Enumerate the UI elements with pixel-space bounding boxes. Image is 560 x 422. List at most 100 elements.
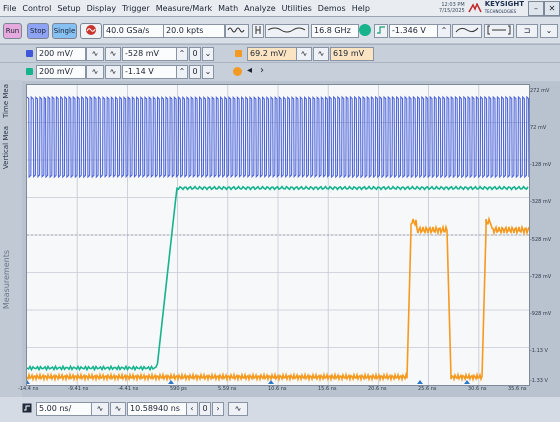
position-left[interactable]: ‹ [186,402,198,416]
ch3-coupling[interactable]: ∿ [296,47,312,61]
timebase-mode[interactable]: ∿ [110,402,126,416]
ch1-coupling[interactable]: ∿ [105,47,121,61]
ch4-waveform [27,185,529,372]
x-label-8: 25.6 ns [418,386,437,392]
add-channel-button[interactable] [233,67,242,76]
ch1-offset-down[interactable]: ⌄ [202,47,214,61]
close-button[interactable]: ✕ [544,1,560,16]
waveform-display[interactable] [26,84,530,386]
trigger-channel-indicator[interactable] [359,24,371,36]
timebase-position-field[interactable]: 10.58940 ns [127,402,187,416]
horizontal-control[interactable]: ⊐ [516,24,538,38]
autoscale-icon [86,25,96,35]
ch3-bw[interactable]: ∿ [313,47,329,61]
time-reference-marker [27,380,30,384]
ch3-offset-field[interactable]: 619 mV [330,47,374,61]
stop-button[interactable]: Stop [27,23,49,39]
menu-display[interactable]: Display [84,4,120,13]
ch1-offset-up[interactable]: ⌃ [176,47,188,61]
ch3-indicator[interactable] [235,50,242,57]
menu-setup[interactable]: Setup [54,4,83,13]
menu-demos[interactable]: Demos [315,4,349,13]
x-label-6: 15.6 ns [318,386,337,392]
chevron-right-icon: › [216,404,220,413]
menu-math[interactable]: Math [215,4,241,13]
tilde-icon: ∿ [317,49,325,58]
rising-edge-icon [377,26,385,34]
datetime: 12:03 PM 7/15/2025 [439,2,465,14]
waveform-icon [227,27,245,33]
ch4-indicator[interactable] [26,68,33,75]
filter-control[interactable] [265,24,309,38]
trigger-adjust-control[interactable] [452,24,482,38]
ch4-scale-field[interactable]: 200 mV/ [36,65,86,79]
ch4-coupling[interactable]: ∿ [105,65,121,79]
bandwidth-curve-icon [267,27,306,33]
menu-measure-mark[interactable]: Measure/Mark [153,4,215,13]
chevron-down-icon: ⌄ [545,26,553,35]
menu-analyze[interactable]: Analyze [241,4,279,13]
trigger-up-button[interactable]: ⌃ [437,24,451,38]
timebase-icon [22,403,32,413]
x-label-2: -4.41 ns [118,386,139,392]
acq-mode-control[interactable] [225,24,249,38]
ch4-offset-down[interactable]: ⌄ [202,65,214,79]
minimize-button[interactable]: – [528,1,544,16]
menu-utilities[interactable]: Utilities [279,4,315,13]
y-label-8: -1.33 V [530,378,548,384]
tilde-icon: ∿ [109,67,117,76]
menu-trigger[interactable]: Trigger [119,4,153,13]
run-button[interactable]: Run [3,23,22,39]
marker-control[interactable] [252,24,264,38]
position-right[interactable]: › [212,402,224,416]
menu-file[interactable]: File [0,4,19,13]
zoom-control[interactable] [484,24,514,38]
trigger-edge-control[interactable] [374,24,388,38]
timebase-scale-field[interactable]: 5.00 ns/ [36,402,92,416]
collapse-icon[interactable]: ◂ [247,65,252,76]
delay-control[interactable]: ∿ [228,402,248,416]
tilde-icon: ∿ [234,404,242,413]
time-reference-marker [268,380,274,384]
position-zero[interactable]: 0 [199,402,211,416]
y-label-1: 72 mV [530,125,547,131]
ch4-offset-up[interactable]: ⌃ [176,65,188,79]
tab-vertical-measurements[interactable]: Vertical Mea [2,126,10,169]
help-button[interactable]: ⌄ [540,24,558,38]
ch1-offset-field[interactable]: -528 mV [122,47,178,61]
date-text: 7/15/2025 [439,8,465,14]
single-button[interactable]: Single [52,23,77,39]
y-label-2: -128 mV [530,162,552,168]
chevron-up-icon: ⌃ [440,26,448,35]
trigger-level-field[interactable]: -1.346 V [389,24,439,38]
bandwidth-field[interactable]: 16.8 GHz [311,24,359,38]
timebase-scale-adjust[interactable]: ∿ [91,402,109,416]
tab-time-measurements[interactable]: Time Mea [2,84,10,118]
memory-depth-field[interactable]: 20.0 kpts [163,24,225,38]
ch1-scale-field[interactable]: 200 mV/ [36,47,86,61]
auto-scale-button[interactable] [80,23,102,39]
menu-control[interactable]: Control [19,4,54,13]
zoom-brackets-icon [487,25,511,35]
y-label-6: -928 mV [530,311,552,317]
x-label-7: 20.6 ns [368,386,387,392]
y-label-7: -1.13 V [530,348,548,354]
ch4-offset-zero[interactable]: 0 [189,65,201,79]
ch3-scale-field[interactable]: 69.2 mV/ [247,47,297,61]
x-label-9: 30.6 ns [468,386,487,392]
ch4-offset-field[interactable]: -1.14 V [122,65,178,79]
y-label-5: -728 mV [530,274,552,280]
bracket-icon [255,26,261,34]
brand-name: KEYSIGHT [484,0,524,8]
expand-channels-icon[interactable]: › [260,65,264,76]
ch4-scale-adjust[interactable]: ∿ [86,65,104,79]
ch1-scale-adjust[interactable]: ∿ [86,47,104,61]
sample-rate-field[interactable]: 40.0 GSa/s [103,24,165,38]
ch1-offset-zero[interactable]: 0 [189,47,201,61]
tilde-icon: ∿ [114,404,122,413]
sidebar: Time Mea Vertical Mea Measurements [0,80,22,398]
menu-help[interactable]: Help [349,4,373,13]
measurements-panel-label[interactable]: Measurements [2,250,11,309]
waveform-area[interactable] [27,85,529,385]
ch1-indicator[interactable] [26,50,33,57]
